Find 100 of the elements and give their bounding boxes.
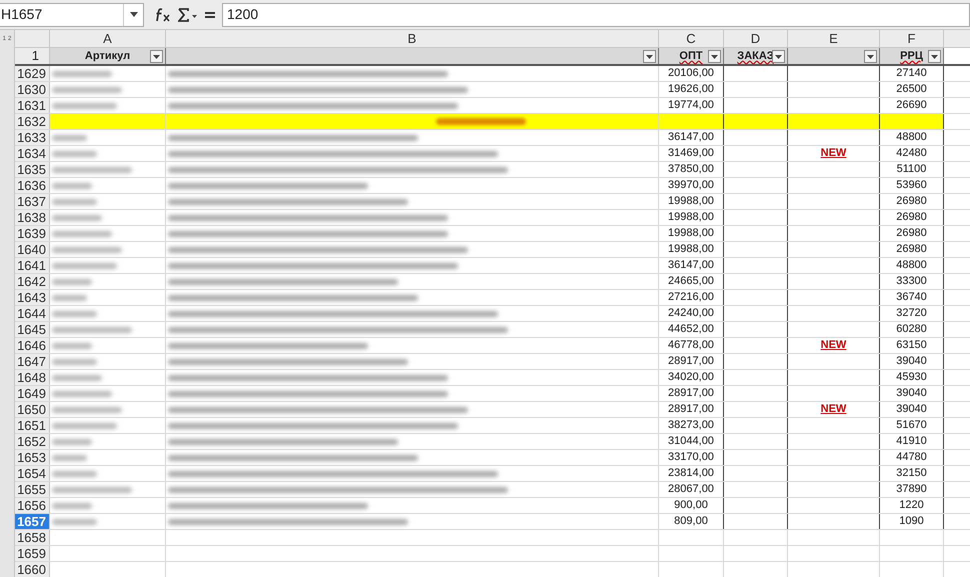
row-number[interactable]: 1655 (15, 482, 50, 497)
price-cell-text: 60280 (896, 322, 927, 338)
price-cell-text: 39040 (896, 386, 927, 402)
status-cell-text: NEW (820, 146, 846, 162)
price-cell-text: 45930 (896, 370, 927, 386)
row-number[interactable]: 1636 (15, 178, 50, 193)
row-number[interactable]: 1659 (15, 546, 50, 561)
row-number[interactable]: 1647 (15, 354, 50, 369)
row-number[interactable]: 1642 (15, 274, 50, 289)
price-cell-text: 48800 (896, 130, 927, 146)
row-number[interactable]: 1646 (15, 338, 50, 353)
price-cell-text: 19988,00 (668, 210, 714, 226)
row-number[interactable]: 1643 (15, 290, 50, 305)
price-cell-text: 36147,00 (668, 130, 714, 146)
dropdown-icon (153, 54, 160, 58)
row-number[interactable]: 1632 (15, 114, 50, 129)
price-cell-text: 48800 (896, 258, 927, 274)
row-number[interactable]: 1654 (15, 466, 50, 481)
column-header[interactable]: A (50, 30, 166, 47)
price-cell-text: 26500 (896, 82, 927, 98)
row-number[interactable]: 1652 (15, 434, 50, 449)
row-number[interactable]: 1641 (15, 258, 50, 273)
blurred-text (52, 454, 87, 460)
row-number[interactable]: 1639 (15, 226, 50, 241)
column-header[interactable]: F (880, 30, 944, 47)
dropdown-icon (867, 54, 874, 58)
price-cell-text: 23814,00 (668, 466, 714, 482)
price-cell-text: 32720 (896, 306, 927, 322)
blurred-text (52, 422, 117, 428)
price-cell-text: 31044,00 (668, 434, 714, 450)
price-cell-text: 19626,00 (668, 82, 714, 98)
price-cell-text: 900,00 (674, 498, 708, 514)
blurred-text (52, 214, 102, 220)
row-number[interactable]: 1653 (15, 450, 50, 465)
price-cell-text: 51670 (896, 418, 927, 434)
price-cell-text: 26980 (896, 210, 927, 226)
row-number[interactable]: 1629 (15, 66, 50, 81)
filter-button[interactable] (928, 50, 941, 63)
price-cell-text: 39970,00 (668, 178, 714, 194)
row-number[interactable]: 1635 (15, 162, 50, 177)
formula-input[interactable]: 1200 (222, 2, 970, 26)
column-header[interactable]: E (788, 30, 880, 47)
blurred-text (52, 342, 92, 348)
row-number[interactable]: 1656 (15, 498, 50, 513)
row-number[interactable]: 1650 (15, 402, 50, 417)
function-icon[interactable] (154, 6, 172, 22)
price-cell-text: 28917,00 (668, 402, 714, 418)
filter-button[interactable] (708, 50, 721, 63)
price-cell-text: 1090 (899, 514, 924, 530)
price-cell-text: 36147,00 (668, 258, 714, 274)
column-header[interactable]: C (659, 30, 724, 47)
price-cell-text: 26690 (896, 98, 927, 114)
blurred-text (52, 390, 112, 396)
row-number[interactable]: 1633 (15, 130, 50, 145)
blurred-text (52, 182, 92, 188)
row-number[interactable]: 1634 (15, 146, 50, 161)
row-number[interactable]: 1660 (15, 562, 50, 577)
column-header[interactable]: B (166, 30, 659, 47)
blurred-text (52, 502, 92, 508)
filter-button[interactable] (643, 50, 656, 63)
price-cell-text: 37890 (896, 482, 927, 498)
filter-button[interactable] (864, 50, 877, 63)
price-cell-text: 46778,00 (668, 338, 714, 354)
cell-reference: H1657 (0, 5, 44, 24)
row-number[interactable]: 1651 (15, 418, 50, 433)
blurred-text (52, 102, 117, 108)
row-number[interactable]: 1657 (15, 514, 50, 529)
dropdown-icon (130, 12, 138, 17)
price-cell-text: 809,00 (674, 514, 708, 530)
price-cell-text: 42480 (896, 146, 927, 162)
price-cell-text: 33170,00 (668, 450, 714, 466)
price-cell-text: 28917,00 (668, 354, 714, 370)
filter-button[interactable] (150, 50, 163, 63)
column-header[interactable]: D (724, 30, 788, 47)
row-number[interactable]: 1640 (15, 242, 50, 257)
row-number[interactable]: 1649 (15, 386, 50, 401)
blurred-text (52, 438, 92, 444)
row-number[interactable]: 1638 (15, 210, 50, 225)
header-label: ЗАКАЗ (737, 48, 774, 64)
price-cell-text: 31469,00 (668, 146, 714, 162)
price-cell-text: 37850,00 (668, 162, 714, 178)
name-box[interactable]: H1657 (0, 2, 144, 26)
price-cell-text: 27216,00 (668, 290, 714, 306)
blurred-text (52, 246, 122, 252)
price-cell-text: 44780 (896, 450, 927, 466)
price-cell-text: 24240,00 (668, 306, 714, 322)
row-number[interactable]: 1644 (15, 306, 50, 321)
row-number[interactable]: 1648 (15, 370, 50, 385)
sum-icon[interactable] (178, 6, 198, 22)
row-number[interactable]: 1630 (15, 82, 50, 97)
row-number[interactable]: 1658 (15, 530, 50, 545)
row-number[interactable]: 1631 (15, 98, 50, 113)
price-cell-text: 19988,00 (668, 226, 714, 242)
filter-button[interactable] (772, 50, 785, 63)
price-cell-text: 32150 (896, 466, 927, 482)
row-number[interactable]: 1645 (15, 322, 50, 337)
row-number[interactable]: 1637 (15, 194, 50, 209)
row-number[interactable]: 1 (15, 48, 50, 64)
blurred-text (52, 150, 97, 156)
blurred-text (52, 86, 122, 92)
